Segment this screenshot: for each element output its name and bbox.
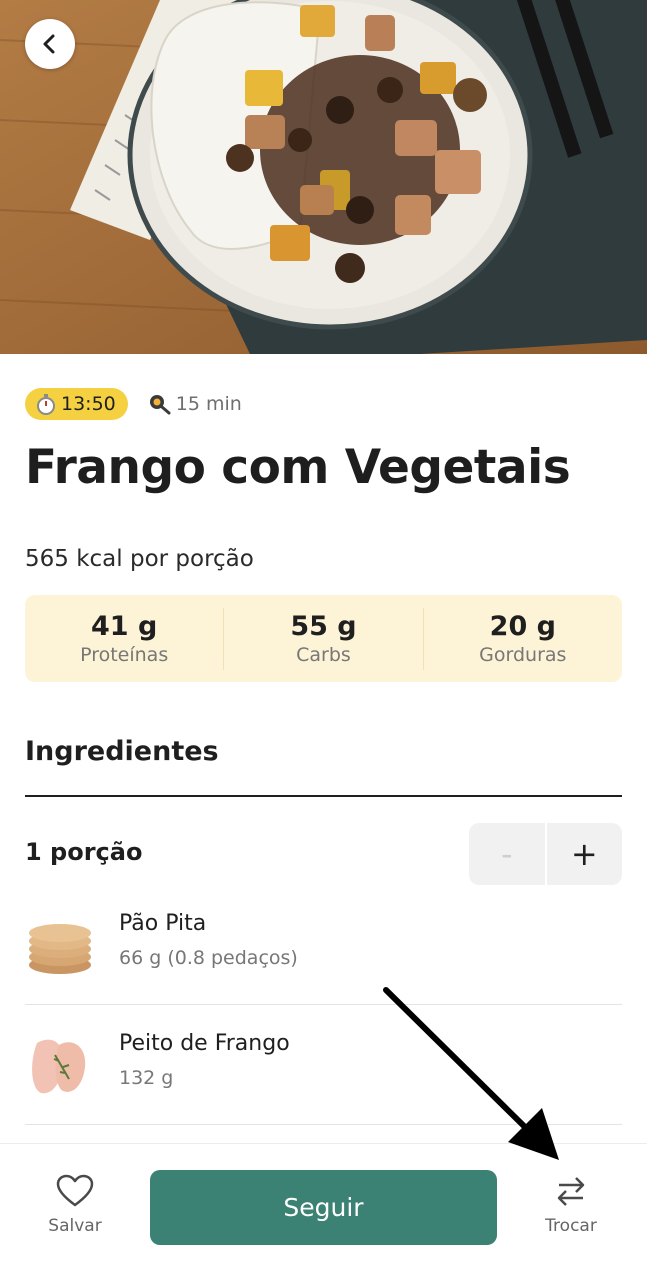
macro-carbs: 55 g Carbs xyxy=(224,607,424,670)
time-value: 13:50 xyxy=(61,393,116,415)
portion-label: 1 porção xyxy=(25,838,143,866)
recipe-title: Frango com Vegetais xyxy=(25,440,571,495)
back-button[interactable] xyxy=(25,19,75,69)
recipe-meta: 13:50 15 min xyxy=(25,388,242,420)
macro-protein: 41 g Proteínas xyxy=(25,607,225,670)
chevron-left-icon xyxy=(43,34,55,54)
ingredient-item[interactable]: Peito de Frango 132 g xyxy=(25,1005,622,1125)
bottom-action-bar: Salvar Seguir Trocar xyxy=(0,1143,647,1280)
macro-fat: 20 g Gorduras xyxy=(424,608,622,670)
swap-arrows-icon xyxy=(557,1177,585,1206)
save-label: Salvar xyxy=(48,1216,102,1236)
portion-stepper: - + xyxy=(469,823,622,885)
macros-panel: 41 g Proteínas 55 g Carbs 20 g Gorduras xyxy=(25,595,622,682)
increase-portion-button[interactable]: + xyxy=(547,823,623,885)
save-button[interactable]: Salvar xyxy=(25,1174,125,1236)
stopwatch-icon xyxy=(37,394,55,415)
cooking-pan-icon xyxy=(149,395,171,415)
heart-icon xyxy=(56,1174,94,1207)
macro-label: Gorduras xyxy=(479,643,567,666)
ingredient-item[interactable]: Pão Pita 66 g (0.8 pedaços) xyxy=(25,885,622,1005)
ingredients-heading: Ingredientes xyxy=(25,736,219,767)
chicken-breast-image xyxy=(32,1039,86,1094)
macro-value: 55 g xyxy=(290,610,357,642)
swap-label: Trocar xyxy=(545,1216,597,1236)
follow-button[interactable]: Seguir xyxy=(150,1170,497,1245)
prep-value: 15 min xyxy=(175,393,242,415)
decrease-portion-button[interactable]: - xyxy=(469,823,547,885)
prep-time: 15 min xyxy=(148,393,242,415)
calories-per-serving: 565 kcal por porção xyxy=(25,546,254,572)
macro-label: Proteínas xyxy=(80,643,169,666)
section-divider xyxy=(25,795,622,797)
ingredient-name: Peito de Frango xyxy=(119,1031,290,1056)
macro-label: Carbs xyxy=(296,643,351,666)
recipe-photo xyxy=(0,0,647,354)
macro-value: 20 g xyxy=(489,610,556,642)
pita-bread-image xyxy=(29,924,91,974)
ingredient-name: Pão Pita xyxy=(119,911,207,936)
macro-value: 41 g xyxy=(91,610,158,642)
swap-button[interactable]: Trocar xyxy=(521,1174,621,1236)
ingredient-quantity: 66 g (0.8 pedaços) xyxy=(119,947,298,969)
ingredient-quantity: 132 g xyxy=(119,1067,174,1089)
time-badge: 13:50 xyxy=(25,388,128,420)
